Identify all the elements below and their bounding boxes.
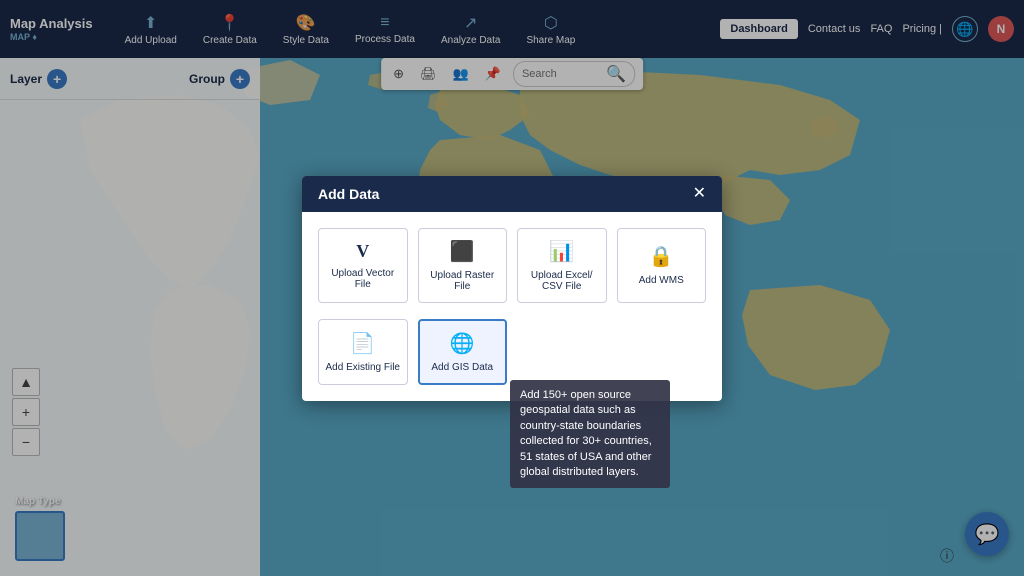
- upload-vector-button[interactable]: V Upload Vector File: [318, 228, 408, 303]
- upload-vector-label: Upload Vector File: [325, 268, 401, 290]
- upload-excel-label: Upload Excel/ CSV File: [524, 270, 600, 292]
- modal-empty-cell-1: [517, 319, 607, 385]
- excel-icon: 📊: [549, 239, 574, 264]
- upload-excel-button[interactable]: 📊 Upload Excel/ CSV File: [517, 228, 607, 303]
- raster-icon: ⬛: [450, 239, 475, 264]
- modal-empty-cell-2: [617, 319, 707, 385]
- add-gis-label: Add GIS Data: [431, 362, 493, 373]
- wms-icon: 🔒: [649, 244, 674, 269]
- modal-overlay: Add Data ✕ V Upload Vector File ⬛ Upload…: [0, 0, 1024, 576]
- gis-tooltip: Add 150+ open source geospatial data suc…: [510, 380, 670, 488]
- modal-header: Add Data ✕: [302, 176, 722, 212]
- upload-raster-label: Upload Raster File: [425, 270, 501, 292]
- add-data-modal: Add Data ✕ V Upload Vector File ⬛ Upload…: [302, 176, 722, 401]
- add-existing-button[interactable]: 📄 Add Existing File: [318, 319, 408, 385]
- modal-body-row1: V Upload Vector File ⬛ Upload Raster Fil…: [302, 212, 722, 319]
- add-wms-button[interactable]: 🔒 Add WMS: [617, 228, 707, 303]
- add-wms-label: Add WMS: [639, 275, 684, 286]
- tooltip-text: Add 150+ open source geospatial data suc…: [520, 389, 652, 478]
- modal-close-button[interactable]: ✕: [693, 186, 706, 202]
- modal-title: Add Data: [318, 186, 379, 202]
- add-existing-label: Add Existing File: [326, 362, 400, 373]
- upload-raster-button[interactable]: ⬛ Upload Raster File: [418, 228, 508, 303]
- add-gis-button[interactable]: 🌐 Add GIS Data: [418, 319, 508, 385]
- existing-icon: 📄: [350, 331, 375, 356]
- gis-icon: 🌐: [450, 331, 475, 356]
- vector-icon: V: [356, 241, 369, 262]
